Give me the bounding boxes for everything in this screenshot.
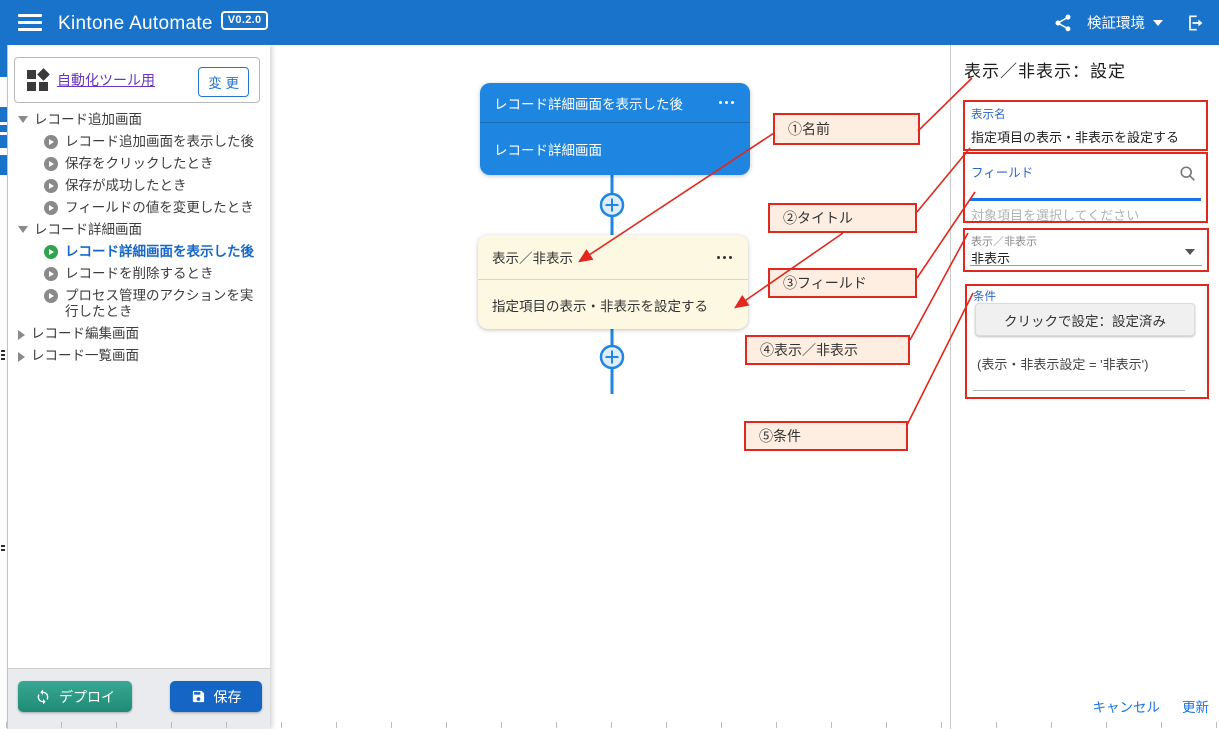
tree-item-event-selected[interactable]: レコード詳細画面を表示した後 — [8, 241, 270, 263]
field-input[interactable] — [970, 198, 1201, 201]
edge-mini-strip — [0, 45, 8, 729]
field-select-outline: フィールド 対象項目を選択してください — [963, 152, 1208, 223]
update-button[interactable]: 更新 — [1182, 696, 1209, 716]
sidebar: 自動化ツール用 変 更 レコード追加画面 レコード追加画面を表示した後 保存をク… — [8, 45, 270, 729]
collapse-icon — [18, 116, 28, 123]
kintone-app-icon — [27, 70, 48, 91]
environment-label: 検証環境 — [1087, 12, 1145, 33]
visibility-select-outline: 表示／非表示 非表示 — [963, 228, 1209, 272]
tree-item-record-add-screen[interactable]: レコード追加画面 — [8, 109, 270, 131]
annotation-condition: ⑤条件 — [744, 421, 908, 451]
condition-expression: (表示・非表示設定 = '非表示') — [977, 354, 1148, 373]
canvas-ruler-ticks — [6, 722, 1219, 728]
annotation-visibility: ④表示／非表示 — [745, 335, 910, 365]
select-underline — [970, 265, 1202, 266]
node-header: 表示／非表示 — [478, 235, 748, 280]
tree-item-event[interactable]: レコードを削除するとき — [8, 263, 270, 285]
event-icon — [44, 267, 58, 281]
node-header: レコード詳細画面を表示した後 — [480, 83, 750, 123]
menu-icon[interactable] — [18, 14, 42, 31]
condition-settings-button[interactable]: クリックで設定：設定済み — [975, 303, 1195, 336]
node-title: レコード詳細画面を表示した後 — [494, 93, 683, 113]
sync-icon — [35, 689, 51, 705]
expand-icon — [18, 352, 25, 362]
node-menu-icon[interactable] — [717, 97, 736, 108]
app-header: Kintone AutomateV0.2.0 検証環境 — [0, 0, 1219, 45]
cancel-button[interactable]: キャンセル — [1093, 696, 1161, 716]
environment-selector[interactable]: 検証環境 — [1087, 12, 1163, 33]
change-app-button[interactable]: 変 更 — [198, 67, 249, 97]
app-selector-box: 自動化ツール用 変 更 — [14, 57, 260, 103]
event-icon — [44, 135, 58, 149]
display-name-value[interactable]: 指定項目の表示・非表示を設定する — [971, 127, 1179, 146]
app-name-link[interactable]: 自動化ツール用 — [57, 70, 155, 90]
node-subtitle: 指定項目の表示・非表示を設定する — [492, 295, 708, 315]
save-button[interactable]: 保存 — [170, 681, 262, 712]
panel-title: 表示／非表示：設定 — [964, 57, 1126, 82]
node-title: 表示／非表示 — [492, 247, 573, 267]
flow-node-action[interactable]: 表示／非表示 指定項目の表示・非表示を設定する — [478, 235, 748, 329]
collapse-icon — [18, 226, 28, 233]
app-title: Kintone AutomateV0.2.0 — [58, 11, 268, 35]
deploy-button[interactable]: デプロイ — [18, 681, 132, 712]
event-icon — [44, 179, 58, 193]
save-icon — [191, 689, 206, 704]
annotation-field: ③フィールド — [768, 268, 917, 298]
divider — [973, 390, 1185, 391]
share-icon[interactable] — [1053, 13, 1073, 33]
annotation-title: ②タイトル — [768, 203, 917, 233]
expand-icon — [18, 330, 25, 340]
node-body: 指定項目の表示・非表示を設定する — [478, 280, 748, 329]
event-icon — [44, 157, 58, 171]
tree-item-event[interactable]: 保存が成功したとき — [8, 175, 270, 197]
annotation-name: ①名前 — [773, 113, 920, 145]
tree-item-event[interactable]: プロセス管理のアクションを実行したとき — [8, 285, 270, 323]
tree-item-record-edit-screen[interactable]: レコード編集画面 — [8, 323, 270, 345]
visibility-label: 表示／非表示 — [971, 233, 1037, 249]
version-badge: V0.2.0 — [221, 11, 269, 30]
logout-icon[interactable] — [1185, 13, 1205, 33]
node-body: レコード詳細画面 — [480, 123, 750, 175]
tree-item-record-detail-screen[interactable]: レコード詳細画面 — [8, 219, 270, 241]
chevron-down-icon — [1153, 20, 1163, 26]
select-caret-icon[interactable] — [1185, 249, 1195, 255]
tree-item-event[interactable]: フィールドの値を変更したとき — [8, 197, 270, 219]
tree-item-event[interactable]: 保存をクリックしたとき — [8, 153, 270, 175]
flow-canvas[interactable]: レコード詳細画面を表示した後 レコード詳細画面 表示／非表示 指定項目の表示・非… — [270, 45, 951, 729]
node-menu-icon[interactable] — [715, 252, 734, 263]
condition-label: 条件 — [973, 288, 996, 304]
event-icon-active — [44, 245, 58, 259]
event-icon — [44, 289, 58, 303]
settings-panel: 表示／非表示：設定 表示名 指定項目の表示・非表示を設定する フィールド 対象項… — [950, 45, 1219, 729]
node-subtitle: レコード詳細画面 — [494, 139, 602, 159]
kintone-automate-app: Kintone AutomateV0.2.0 検証環境 自動化ツール用 変 更 — [0, 0, 1219, 729]
field-placeholder: 対象項目を選択してください — [971, 205, 1139, 224]
tree-item-event[interactable]: レコード追加画面を表示した後 — [8, 131, 270, 153]
condition-section-outline: 条件 クリックで設定：設定済み (表示・非表示設定 = '非表示') — [965, 284, 1209, 399]
flow-node-trigger[interactable]: レコード詳細画面を表示した後 レコード詳細画面 — [480, 83, 750, 175]
display-name-label: 表示名 — [971, 106, 1006, 122]
event-tree: レコード追加画面 レコード追加画面を表示した後 保存をクリックしたとき 保存が成… — [8, 109, 270, 367]
display-name-field-outline: 表示名 指定項目の表示・非表示を設定する — [963, 100, 1208, 151]
tree-item-record-list-screen[interactable]: レコード一覧画面 — [8, 345, 270, 367]
flow-connector — [596, 173, 628, 239]
event-icon — [44, 201, 58, 215]
search-icon[interactable] — [1179, 165, 1197, 183]
sidebar-footer: デプロイ 保存 — [8, 668, 270, 729]
flow-connector — [596, 328, 628, 394]
field-label: フィールド — [971, 162, 1033, 181]
